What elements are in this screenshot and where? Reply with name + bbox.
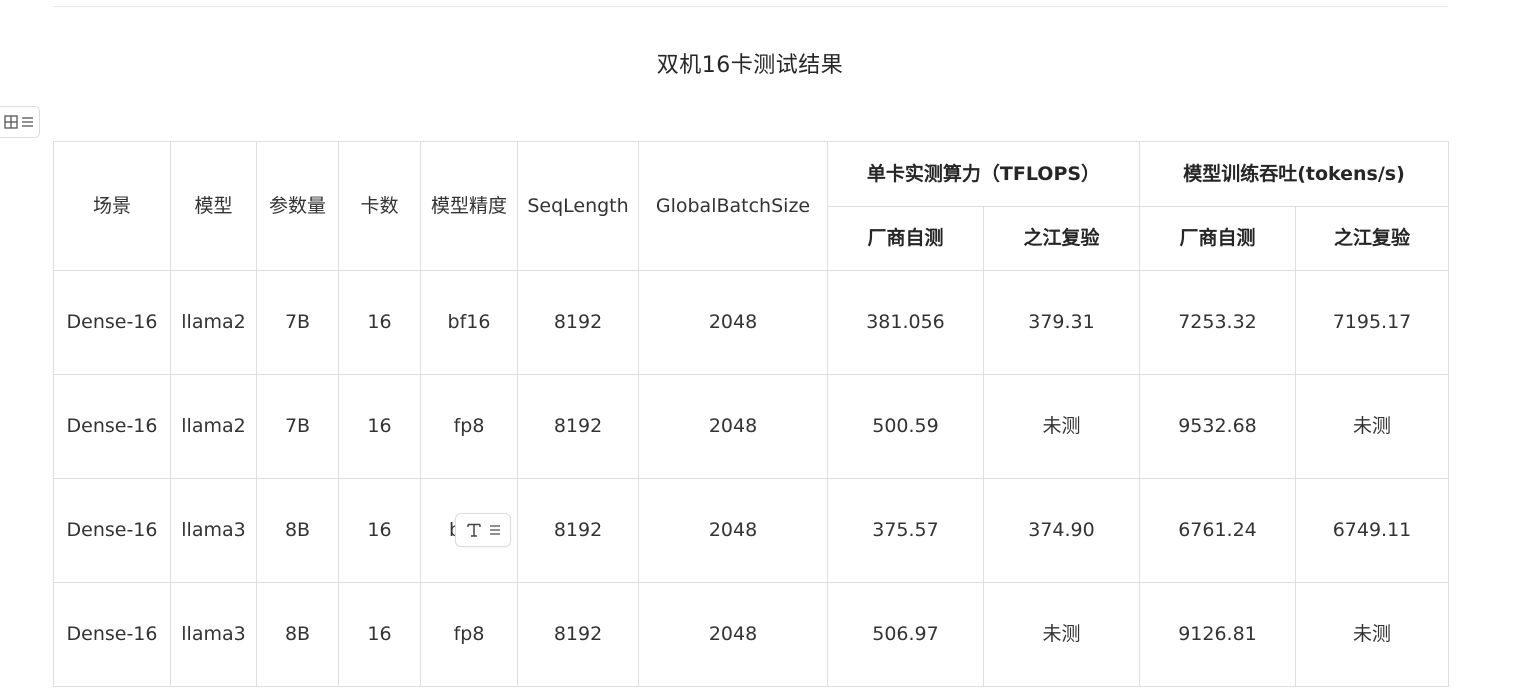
text-format-icon[interactable]	[466, 522, 482, 538]
cell-global-batch-size[interactable]: 2048	[638, 478, 828, 583]
cell-throughput-zhijiang[interactable]: 7195.17	[1295, 270, 1449, 375]
table-row: Dense-16 llama3 8B 16 b 8192 2048 375.57…	[53, 478, 1449, 583]
cell-params[interactable]: 7B	[256, 374, 339, 479]
menu-lines-icon[interactable]	[21, 116, 34, 128]
cell-tflops-vendor[interactable]: 381.056	[827, 270, 984, 375]
cell-tflops-zhijiang[interactable]: 未测	[983, 582, 1140, 687]
cell-throughput-vendor[interactable]: 9126.81	[1139, 582, 1296, 687]
cell-throughput-zhijiang[interactable]: 6749.11	[1295, 478, 1449, 583]
cell-cards[interactable]: 16	[338, 270, 421, 375]
text-format-toolbar[interactable]	[455, 513, 511, 547]
table-toolbar[interactable]	[0, 106, 40, 138]
cell-precision[interactable]: fp8	[420, 582, 518, 687]
cell-throughput-vendor[interactable]: 9532.68	[1139, 374, 1296, 479]
cell-scene[interactable]: Dense-16	[53, 374, 171, 479]
table-grid-icon[interactable]	[4, 115, 18, 129]
header-cards[interactable]: 卡数	[338, 141, 421, 271]
header-throughput-vendor[interactable]: 厂商自测	[1139, 206, 1296, 271]
cell-params[interactable]: 7B	[256, 270, 339, 375]
header-tflops-zhijiang[interactable]: 之江复验	[983, 206, 1140, 271]
table-header-row: 场景 模型 参数量 卡数 模型精度 SeqLength GlobalBatchS…	[53, 141, 1449, 271]
cell-seqlength[interactable]: 8192	[517, 270, 639, 375]
top-divider	[53, 6, 1448, 7]
cell-model[interactable]: llama3	[170, 582, 257, 687]
cell-tflops-vendor[interactable]: 500.59	[827, 374, 984, 479]
cell-throughput-vendor[interactable]: 6761.24	[1139, 478, 1296, 583]
cell-throughput-zhijiang[interactable]: 未测	[1295, 374, 1449, 479]
cell-tflops-zhijiang[interactable]: 379.31	[983, 270, 1140, 375]
page-title: 双机16卡测试结果	[656, 53, 844, 78]
cell-cards[interactable]: 16	[338, 478, 421, 583]
header-model[interactable]: 模型	[170, 141, 257, 271]
cell-tflops-zhijiang[interactable]: 374.90	[983, 478, 1140, 583]
table-row: Dense-16 llama2 7B 16 bf16 8192 2048 381…	[53, 270, 1449, 375]
header-global-batch-size[interactable]: GlobalBatchSize	[638, 141, 828, 271]
cell-scene[interactable]: Dense-16	[53, 582, 171, 687]
cell-precision[interactable]: bf16	[420, 270, 518, 375]
header-group-throughput[interactable]: 模型训练吞吐(tokens/s)	[1139, 141, 1449, 207]
table-row: Dense-16 llama3 8B 16 fp8 8192 2048 506.…	[53, 582, 1449, 687]
cell-params[interactable]: 8B	[256, 478, 339, 583]
document-page: 双机16卡测试结果 场景 模型 参数量 卡数 模型精度 SeqLength Gl…	[0, 0, 1514, 692]
cell-tflops-zhijiang[interactable]: 未测	[983, 374, 1140, 479]
cell-precision[interactable]: fp8	[420, 374, 518, 479]
cell-global-batch-size[interactable]: 2048	[638, 582, 828, 687]
cell-global-batch-size[interactable]: 2048	[638, 270, 828, 375]
cell-params[interactable]: 8B	[256, 582, 339, 687]
cell-seqlength[interactable]: 8192	[517, 478, 639, 583]
header-tflops-vendor[interactable]: 厂商自测	[827, 206, 984, 271]
cell-seqlength[interactable]: 8192	[517, 582, 639, 687]
header-precision[interactable]: 模型精度	[420, 141, 518, 271]
header-seqlength[interactable]: SeqLength	[517, 141, 639, 271]
cell-model[interactable]: llama3	[170, 478, 257, 583]
results-table[interactable]: 场景 模型 参数量 卡数 模型精度 SeqLength GlobalBatchS…	[53, 141, 1449, 687]
cell-global-batch-size[interactable]: 2048	[638, 374, 828, 479]
table-row: Dense-16 llama2 7B 16 fp8 8192 2048 500.…	[53, 374, 1449, 479]
cell-seqlength[interactable]: 8192	[517, 374, 639, 479]
cell-model[interactable]: llama2	[170, 374, 257, 479]
cell-cards[interactable]: 16	[338, 374, 421, 479]
header-group-tflops[interactable]: 单卡实测算力（TFLOPS）	[827, 141, 1140, 207]
header-throughput-zhijiang[interactable]: 之江复验	[1295, 206, 1449, 271]
cell-throughput-zhijiang[interactable]: 未测	[1295, 582, 1449, 687]
cell-cards[interactable]: 16	[338, 582, 421, 687]
cell-model[interactable]: llama2	[170, 270, 257, 375]
cell-tflops-vendor[interactable]: 375.57	[827, 478, 984, 583]
cell-scene[interactable]: Dense-16	[53, 270, 171, 375]
cell-throughput-vendor[interactable]: 7253.32	[1139, 270, 1296, 375]
cell-tflops-vendor[interactable]: 506.97	[827, 582, 984, 687]
menu-lines-icon[interactable]	[489, 524, 501, 536]
cell-scene[interactable]: Dense-16	[53, 478, 171, 583]
header-scene[interactable]: 场景	[53, 141, 171, 271]
header-params[interactable]: 参数量	[256, 141, 339, 271]
